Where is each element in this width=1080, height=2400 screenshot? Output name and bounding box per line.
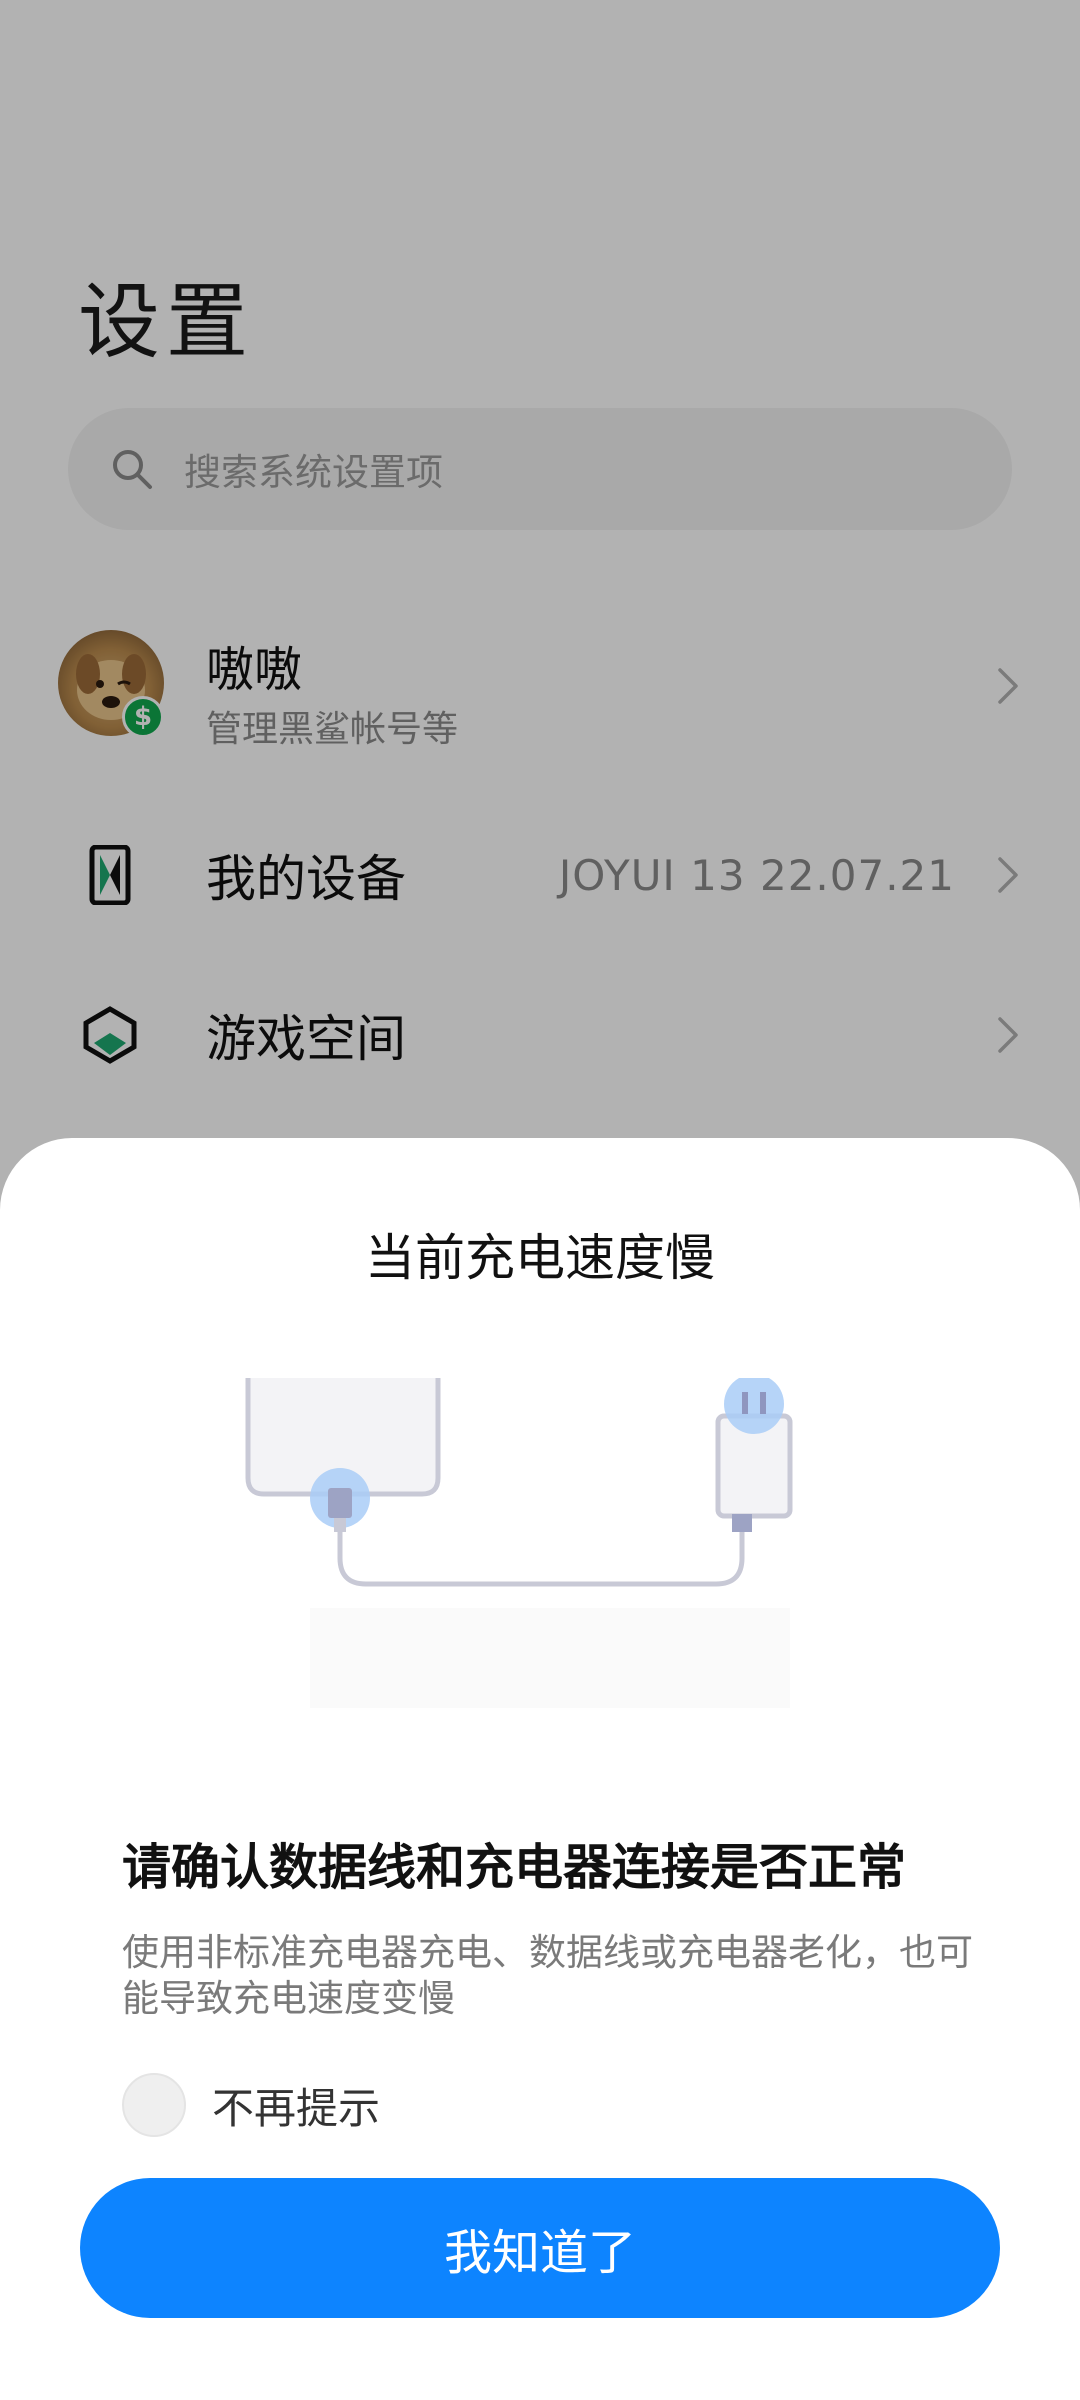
dialog-body: 使用非标准充电器充电、数据线或充电器老化，也可能导致充电速度变慢 [122, 1931, 973, 2020]
checkbox-label: 不再提示 [212, 2083, 381, 2133]
charging-dialog: 当前充电速度慢 请确认数据线和充电器连接是否正常 使用非标准充电器充电、数据线或… [0, 1138, 1080, 2400]
got-it-button[interactable]: 我知道了 [80, 2178, 1000, 2318]
dont-show-again-option[interactable]: 不再提示 [122, 2073, 380, 2137]
dont-show-again-checkbox[interactable] [122, 2073, 186, 2137]
dialog-heading: 请确认数据线和充电器连接是否正常 [122, 1839, 907, 1896]
dialog-title: 当前充电速度慢 [365, 1229, 715, 1287]
phone-charger-cable-illustration [245, 1378, 793, 1708]
